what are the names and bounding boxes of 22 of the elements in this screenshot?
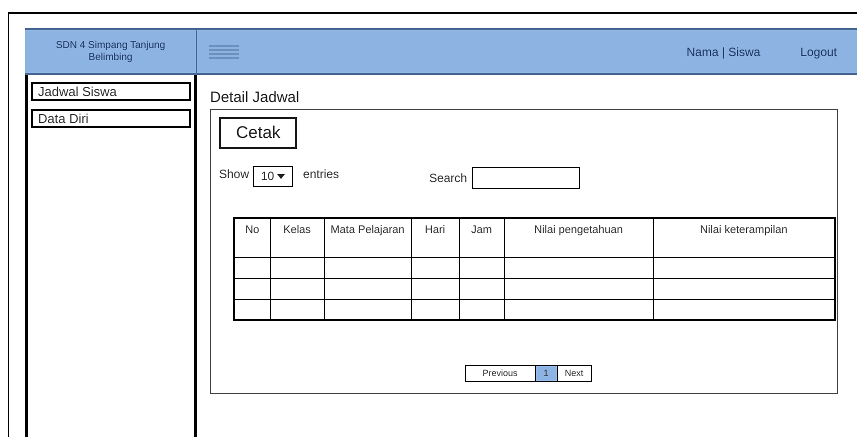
print-button[interactable]: Cetak [219,117,297,149]
page-title: Detail Jadwal [210,88,300,107]
column-header: No [234,218,270,257]
user-label: Nama | Siswa [686,44,760,60]
show-label: Show [219,166,250,183]
column-header: Kelas [270,218,324,257]
column-header: Nilai pengetahuan [504,218,653,257]
search-label: Search [429,170,468,187]
column-header: Mata Pelajaran [324,218,411,257]
logout-link[interactable]: Logout [800,42,837,60]
sidebar-item[interactable]: Data Diri [31,109,191,128]
sidebar-item[interactable]: Jadwal Siswa [31,82,191,101]
column-header: Jam [459,218,504,257]
brand-title: SDN 4 Simpang Tanjung Belimbing [25,30,197,73]
column-header: Hari [411,218,459,257]
search-field[interactable] [472,167,580,189]
menu-icon[interactable] [209,44,239,58]
entries-label: entries [303,166,340,183]
next-button[interactable]: Next [558,366,590,381]
page-button[interactable]: 1 [536,366,558,381]
caret-icon [277,174,286,178]
entries-select[interactable]: 10 [253,166,294,186]
